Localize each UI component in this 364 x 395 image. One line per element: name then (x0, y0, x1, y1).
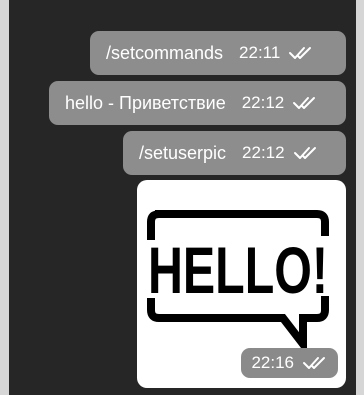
message-time: 22:11 (239, 43, 281, 62)
message-meta: 22:12 (242, 143, 319, 163)
double-check-icon (288, 45, 314, 61)
message-time: 22:12 (241, 93, 285, 112)
chat-window: /setcommands 22:11 hello - Приветствие 2… (9, 0, 356, 395)
message-time: 22:12 (242, 143, 285, 162)
outgoing-message[interactable]: /setcommands 22:11 (90, 31, 346, 75)
hello-image-text: HELLO! (148, 233, 328, 307)
double-check-icon (293, 145, 319, 161)
message-time: 22:16 (251, 353, 294, 372)
hello-speech-bubble-image: HELLO! (147, 210, 329, 354)
photo-meta: 22:16 (241, 348, 338, 378)
message-text: hello - Приветствие (65, 92, 226, 113)
outgoing-message[interactable]: hello - Приветствие 22:12 (49, 81, 346, 125)
double-check-icon (302, 355, 328, 371)
message-meta: 22:12 (242, 93, 319, 113)
double-check-icon (292, 95, 318, 111)
outgoing-message[interactable]: /setuserpic 22:12 (123, 131, 346, 175)
message-text: /setuserpic (139, 142, 227, 163)
message-text: /setcommands (106, 42, 224, 63)
photo-message[interactable]: HELLO! 22:16 (137, 180, 346, 388)
message-meta: 22:11 (239, 43, 314, 63)
